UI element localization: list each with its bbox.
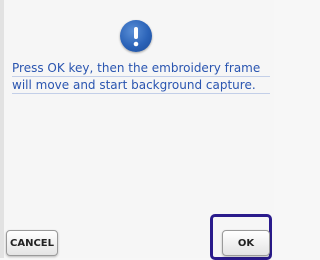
dialog-screen: Press OK key, then the embroidery frame … [0, 0, 274, 260]
message-line: Press OK key, then the embroidery frame [12, 60, 270, 77]
screen-edge [0, 0, 4, 258]
cancel-button[interactable]: CANCEL [6, 230, 58, 256]
message-line: will move and start background capture. [12, 77, 270, 94]
exclamation-icon [120, 20, 152, 52]
ok-button[interactable]: OK [222, 230, 270, 256]
dialog-message: Press OK key, then the embroidery frame … [12, 60, 270, 94]
